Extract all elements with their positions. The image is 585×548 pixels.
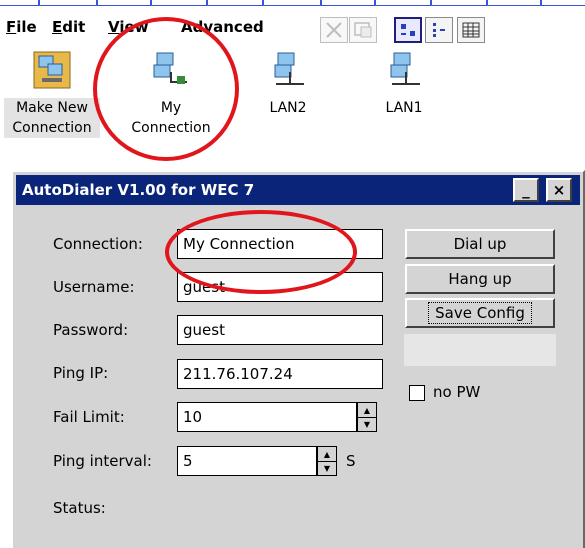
lan-icon: [390, 52, 420, 85]
username-field[interactable]: guest: [177, 272, 383, 302]
close-button[interactable]: ×: [546, 178, 572, 202]
minimize-button[interactable]: _: [513, 178, 539, 202]
autodialer-dialog: AutoDialer V1.00 for WEC 7 _ × Connectio…: [11, 170, 585, 548]
lan2-item[interactable]: LAN2: [240, 50, 336, 118]
x-icon: [326, 22, 342, 38]
large-icons-button[interactable]: [394, 17, 422, 43]
menu-edit[interactable]: Edit: [52, 18, 85, 36]
spin-down-icon[interactable]: ▼: [318, 461, 336, 475]
make-new-label-2: Connection: [4, 118, 100, 138]
menu-view[interactable]: View: [108, 18, 149, 36]
ping-interval-spinner[interactable]: ▲ ▼: [317, 446, 337, 476]
status-indicator: [404, 334, 556, 366]
lan2-label: LAN2: [269, 100, 307, 116]
my-connection-label-2: Connection: [131, 120, 211, 136]
small-icons-icon: [433, 23, 445, 37]
my-connection-item[interactable]: My Connection: [123, 50, 219, 138]
save-config-button[interactable]: Save Config: [405, 298, 555, 328]
fail-limit-field[interactable]: 10: [177, 402, 357, 432]
small-icons-button[interactable]: [425, 17, 453, 43]
username-label: Username:: [53, 278, 135, 296]
dial-up-label: Dial up: [453, 235, 507, 253]
details-button[interactable]: [457, 17, 485, 43]
dial-up-button[interactable]: Dial up: [405, 229, 555, 259]
connection-label: Connection:: [53, 235, 143, 253]
menu-file[interactable]: File: [6, 18, 37, 36]
ping-interval-label: Ping interval:: [53, 452, 152, 470]
details-icon: [462, 22, 480, 38]
password-field[interactable]: guest: [177, 315, 383, 345]
make-new-connection[interactable]: Make New Connection: [4, 50, 100, 138]
ping-ip-label: Ping IP:: [53, 364, 109, 382]
menu-advanced[interactable]: Advanced: [181, 18, 264, 36]
make-new-connection-icon: [33, 51, 71, 89]
spin-up-icon[interactable]: ▲: [358, 403, 376, 418]
seconds-unit-label: S: [346, 452, 356, 470]
close-icon: ×: [552, 181, 566, 199]
my-connection-label-1: My: [160, 100, 182, 116]
properties-icon: [354, 22, 372, 38]
minimize-icon: _: [522, 181, 530, 199]
lan-icon: [274, 52, 304, 85]
no-pw-checkbox[interactable]: [409, 385, 425, 401]
lan1-item[interactable]: LAN1: [356, 50, 452, 118]
password-label: Password:: [53, 321, 129, 339]
menu-bar: File Edit View Advanced: [0, 8, 585, 43]
fail-limit-spinner[interactable]: ▲ ▼: [357, 402, 377, 432]
spin-up-icon[interactable]: ▲: [318, 447, 336, 462]
status-label: Status:: [53, 499, 106, 517]
fail-limit-label: Fail Limit:: [53, 408, 125, 426]
connection-field[interactable]: My Connection: [177, 229, 383, 259]
connection-icon: [153, 52, 187, 84]
delete-button[interactable]: [320, 17, 348, 43]
spin-down-icon[interactable]: ▼: [358, 417, 376, 431]
make-new-label-1: Make New: [4, 98, 100, 118]
save-config-label: Save Config: [428, 302, 532, 324]
lan1-label: LAN1: [385, 100, 423, 116]
dialog-titlebar: AutoDialer V1.00 for WEC 7 _ ×: [16, 175, 580, 205]
ping-interval-field[interactable]: 5: [177, 446, 317, 476]
dialog-title: AutoDialer V1.00 for WEC 7: [22, 181, 255, 199]
top-strip: [0, 0, 585, 6]
large-icons-icon: [401, 24, 415, 36]
hang-up-button[interactable]: Hang up: [405, 264, 555, 294]
ping-ip-field[interactable]: 211.76.107.24: [177, 359, 383, 389]
properties-button[interactable]: [349, 17, 377, 43]
no-pw-label: no PW: [433, 383, 481, 401]
hang-up-label: Hang up: [448, 270, 512, 288]
